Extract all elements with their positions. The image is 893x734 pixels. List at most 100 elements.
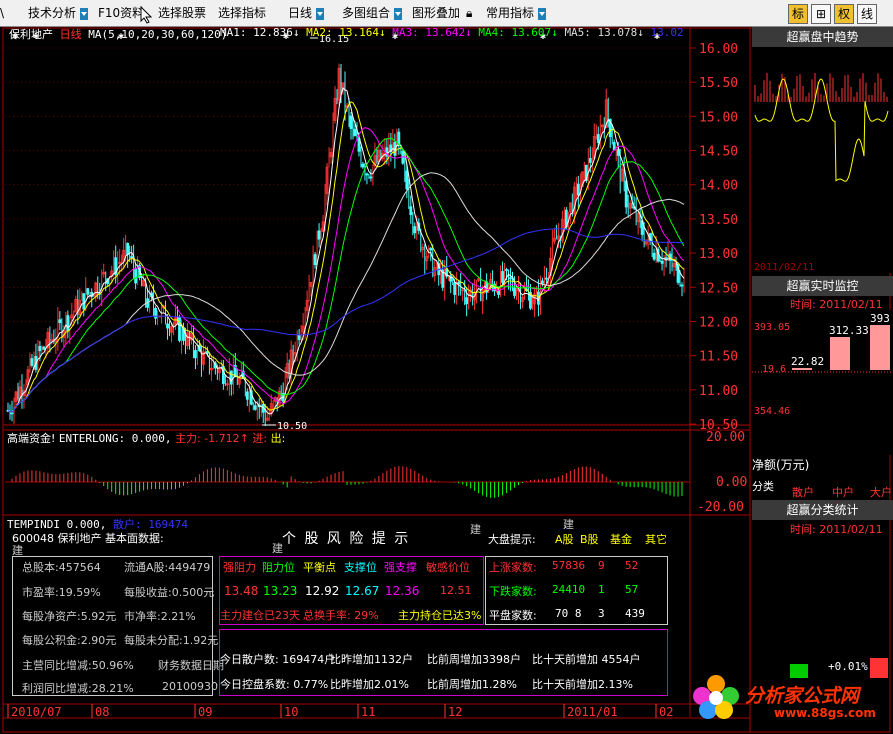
y-axis-label: 14.00 xyxy=(699,179,738,194)
x-axis-label: 09 xyxy=(198,705,212,719)
select-indicator-button[interactable]: 选择指标 xyxy=(214,3,270,23)
sub1-zhuli: 主力: -1.712 xyxy=(175,432,240,445)
candle-body xyxy=(38,346,42,352)
watermark-url: www.88gs.com xyxy=(774,706,876,720)
y-axis-label: 15.50 xyxy=(699,76,738,91)
biao-toggle[interactable]: 标 xyxy=(788,4,808,24)
ma-params: MA(5,10,20,30,60,120) xyxy=(88,28,228,41)
toolbar: \ 技术分析 F10资料 选择股票 选择指标 日线 多图组合 图形叠加 🔒︎ 常… xyxy=(0,0,893,27)
dropdown-arrow-icon[interactable] xyxy=(393,7,402,20)
fundamentals-box xyxy=(12,556,213,696)
candle-body xyxy=(664,257,668,259)
tech-analysis-menu[interactable]: 技术分析 xyxy=(24,3,92,23)
down-label: 下跌家数: xyxy=(489,585,537,598)
candle-body xyxy=(66,315,70,331)
up-b: 9 xyxy=(598,559,605,572)
candle-body xyxy=(545,277,548,280)
ma6-value: 13.02 xyxy=(650,26,684,39)
zgb: 总股本:457564 xyxy=(22,561,101,574)
candle-body xyxy=(313,254,317,266)
candle-body xyxy=(10,412,14,415)
risk-panel-title: 个 股 风 险 提 示 xyxy=(282,531,411,547)
candle-body xyxy=(405,170,409,190)
candle-body xyxy=(505,269,508,271)
candle-body xyxy=(154,307,157,319)
flat-a: 70 8 xyxy=(555,607,582,620)
up-label: 上涨家数: xyxy=(489,561,537,574)
candle-body xyxy=(353,128,357,137)
period-tag: 日线 xyxy=(59,28,82,41)
candle-body xyxy=(365,173,369,176)
market-col-b: B股 xyxy=(580,533,599,546)
mouse-cursor-icon xyxy=(140,6,152,24)
candle-body xyxy=(660,260,664,264)
sub1-indicator: ENTERLONG: 0.000, xyxy=(58,432,172,445)
y-axis-label: 11.00 xyxy=(699,384,738,399)
dropdown-arrow-icon[interactable] xyxy=(79,7,88,20)
market-col-other: 其它 xyxy=(645,533,667,546)
jian-marker: 建 xyxy=(563,518,574,531)
select-stock-button[interactable]: 选择股票 xyxy=(154,3,210,23)
quan-toggle[interactable]: 权 xyxy=(834,4,854,24)
stats-time: 时间: 2011/02/11 xyxy=(790,523,883,536)
sub1-chu: 出: xyxy=(270,432,286,445)
candle-body xyxy=(596,134,600,143)
ma3-value: MA3: 13.642 xyxy=(392,26,466,39)
xian-button[interactable]: 线 xyxy=(857,4,877,24)
monitor-axis-3: 354.46 xyxy=(754,406,791,417)
level-h3: 平衡点 xyxy=(303,561,336,574)
sub1-jin: 进: xyxy=(252,432,268,445)
stats-panel-title[interactable]: 超赢分类统计 xyxy=(752,500,893,520)
level-note2: 总换手率: 29% xyxy=(303,609,379,622)
mggjj: 每股公积金:2.90元 xyxy=(22,634,117,647)
candle-body xyxy=(369,176,373,179)
toolbar-left-partial[interactable]: \ xyxy=(0,3,4,23)
candle-body xyxy=(509,277,512,280)
multi-combo-label: 多图组合 xyxy=(342,6,391,20)
holders-m1: 今日控盘系数: 0.77% xyxy=(220,678,329,691)
common-indicator-menu[interactable]: 常用指标 xyxy=(482,3,550,23)
cat-mid: 中户 xyxy=(832,486,854,499)
down-j: 57 xyxy=(625,583,639,596)
grid-plus-button[interactable]: ⊞ xyxy=(811,4,831,24)
trend-panel-title[interactable]: 超赢盘中趋势 xyxy=(752,27,893,47)
common-indicator-label: 常用指标 xyxy=(486,6,535,20)
lock-icon[interactable]: 🔒︎ xyxy=(466,3,472,23)
level-note1: 主力建仓已23天 xyxy=(220,609,300,622)
holders-m4: 比十天前增加2.13% xyxy=(532,678,633,691)
x-axis-label: 2011/01 xyxy=(567,705,618,719)
level-h6: 敏感价位 xyxy=(426,561,470,574)
monitor-bar xyxy=(830,337,850,370)
candle-body xyxy=(361,163,365,168)
dropdown-arrow-icon[interactable] xyxy=(537,7,546,20)
level-v3: 12.92 xyxy=(305,584,340,598)
cat-large: 大户 xyxy=(870,486,892,499)
flat-label: 平盘家数: xyxy=(489,609,537,622)
level-v2: 13.23 xyxy=(263,584,298,598)
ma-line-5 xyxy=(7,87,685,415)
down-a: 24410 xyxy=(552,583,586,596)
y-axis-label: 14.50 xyxy=(699,145,738,160)
candle-body xyxy=(58,319,62,324)
mgwfp: 每股未分配:1.92元 xyxy=(124,634,219,647)
candle-body xyxy=(612,141,616,151)
candle-body xyxy=(297,334,301,340)
tech-analysis-label: 技术分析 xyxy=(28,6,77,20)
overlay-menu[interactable]: 图形叠加 xyxy=(408,3,464,23)
level-v4: 12.67 xyxy=(345,584,380,598)
mgsy: 每股收益:0.500元 xyxy=(124,586,215,599)
candle-body xyxy=(317,230,321,240)
period-menu[interactable]: 日线 xyxy=(284,3,328,23)
candle-body xyxy=(541,280,544,284)
candle-body xyxy=(465,297,469,305)
stock-name: 保利地产 xyxy=(9,28,53,41)
x-axis-label: 12 xyxy=(448,705,462,719)
sub1-header: 高端资金! ENTERLONG: 0.000, 主力: -1.712↑ 进: 出… xyxy=(7,432,286,445)
watermark-flower-icon xyxy=(693,675,739,719)
dropdown-arrow-icon[interactable] xyxy=(315,7,324,20)
y-axis-label: 12.00 xyxy=(699,315,738,330)
candle-body xyxy=(166,323,169,329)
multi-combo-menu[interactable]: 多图组合 xyxy=(338,3,406,23)
flat-b: 3 xyxy=(598,607,605,620)
monitor-panel-title[interactable]: 超赢实时监控 xyxy=(752,276,893,296)
